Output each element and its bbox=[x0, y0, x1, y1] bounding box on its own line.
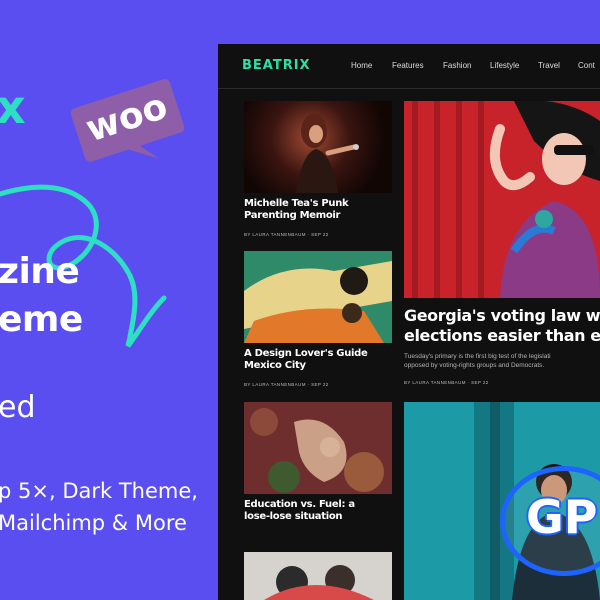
singer-photo-icon bbox=[296, 114, 359, 193]
article-title[interactable]: A Design Lover's Guide Mexico City bbox=[244, 348, 394, 371]
site-logo[interactable]: BEATRIX bbox=[242, 58, 311, 73]
nav-lifestyle[interactable]: Lifestyle bbox=[490, 61, 519, 70]
article-meta: BY LAURA TANNENBAUM · SEP 22 bbox=[244, 382, 329, 387]
features-line-2: Mailchimp & More bbox=[0, 511, 187, 535]
nav-contact[interactable]: Cont bbox=[578, 61, 595, 70]
featured-article-meta: BY LAURA TANNENBAUM · SEP 22 bbox=[404, 380, 489, 385]
article-title[interactable]: Education vs. Fuel: a lose-lose situatio… bbox=[244, 499, 394, 522]
headline-line-2: eme bbox=[0, 299, 83, 340]
featured-article-title[interactable]: Georgia's voting law will r elections ea… bbox=[404, 306, 600, 345]
woman-flowers-photo-icon bbox=[244, 402, 392, 494]
people-lying-photo-icon bbox=[244, 251, 392, 343]
article-card[interactable] bbox=[244, 552, 394, 600]
featured-article-excerpt: Tuesday's primary is the first big test … bbox=[404, 353, 551, 370]
nav-travel[interactable]: Travel bbox=[538, 61, 560, 70]
article-thumbnail[interactable] bbox=[244, 101, 392, 193]
article-thumbnail[interactable] bbox=[244, 552, 392, 600]
promo-subtitle: ed bbox=[0, 390, 36, 425]
article-title[interactable]: Michelle Tea's Punk Parenting Memoir bbox=[244, 198, 394, 221]
woman-red-door-photo-icon bbox=[404, 100, 600, 298]
gpl-badge-label: GP bbox=[526, 490, 598, 544]
article-card[interactable]: Michelle Tea's Punk Parenting Memoir BY … bbox=[244, 101, 394, 241]
nav-home[interactable]: Home bbox=[351, 61, 372, 70]
woocommerce-badge: woo bbox=[64, 71, 196, 185]
features-line-1: p 5×, Dark Theme, bbox=[0, 479, 198, 503]
article-meta: BY LAURA TANNENBAUM · SEP 22 bbox=[244, 232, 329, 237]
headline-line-1: zine bbox=[0, 251, 80, 292]
article-card[interactable]: A Design Lover's Guide Mexico City BY LA… bbox=[244, 251, 394, 391]
article-thumbnail[interactable] bbox=[244, 251, 392, 343]
brand-logo-mark: x bbox=[0, 80, 26, 134]
featured-article-image[interactable] bbox=[404, 100, 600, 298]
nav-features[interactable]: Features bbox=[392, 61, 424, 70]
nav-fashion[interactable]: Fashion bbox=[443, 61, 471, 70]
site-header: BEATRIX Home Features Fashion Lifestyle … bbox=[218, 44, 600, 89]
couple-photo-icon bbox=[244, 552, 392, 600]
article-thumbnail[interactable] bbox=[244, 402, 392, 494]
article-card[interactable]: Education vs. Fuel: a lose-lose situatio… bbox=[244, 402, 394, 542]
